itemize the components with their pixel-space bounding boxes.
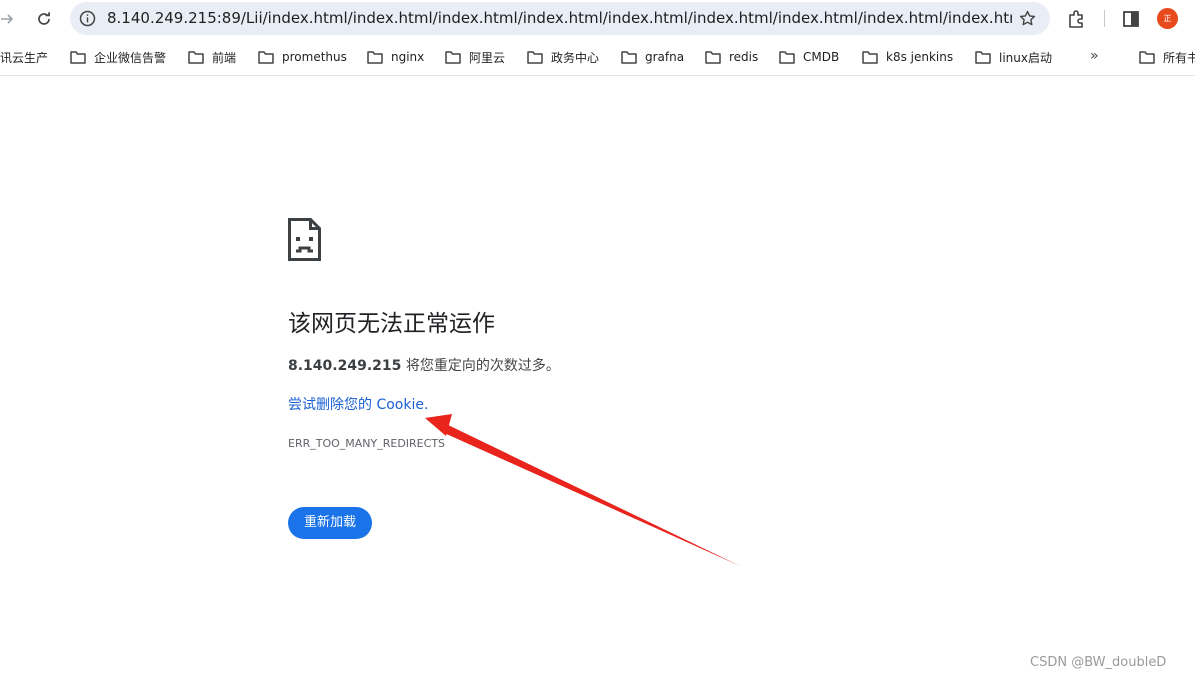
folder-icon xyxy=(1139,50,1155,64)
bookmark-label: 讯云生产 xyxy=(0,50,49,65)
folder-icon xyxy=(779,50,795,64)
folder-icon xyxy=(367,50,383,64)
bookmark-label: CMDB xyxy=(803,50,840,64)
error-description: 8.140.249.215 将您重定向的次数过多。 xyxy=(288,356,560,376)
bookmark-folder[interactable]: linux启动 xyxy=(975,48,1052,66)
bookmark-folder[interactable]: 所有书 xyxy=(1139,48,1195,66)
bookmark-label: linux启动 xyxy=(999,50,1052,65)
sad-page-icon xyxy=(288,218,321,261)
annotation-arrow xyxy=(425,414,740,566)
arrow-right-icon xyxy=(1,14,14,24)
reload-button[interactable]: 重新加载 xyxy=(288,507,372,539)
error-code: ERR_TOO_MANY_REDIRECTS xyxy=(288,437,446,450)
bookmark-label: 企业微信告警 xyxy=(94,50,167,65)
bookmark-label: k8s jenkins xyxy=(886,50,954,64)
folder-icon xyxy=(862,50,878,64)
forward-button[interactable] xyxy=(0,7,20,31)
bookmark-star-icon[interactable] xyxy=(1019,10,1036,27)
bookmark-label: 政务中心 xyxy=(551,50,600,65)
folder-icon xyxy=(188,50,204,64)
browser-toolbar: 8.140.249.215:89/Lii/index.html/index.ht… xyxy=(0,0,1195,38)
error-title: 该网页无法正常运作 xyxy=(288,311,495,337)
bookmark-label: nginx xyxy=(391,50,425,64)
bookmark-label: 所有书 xyxy=(1163,50,1195,65)
folder-icon xyxy=(705,50,721,64)
bookmark-folder[interactable]: nginx xyxy=(367,48,424,66)
error-message: 将您重定向的次数过多。 xyxy=(401,358,560,374)
delete-cookies-link[interactable]: 尝试删除您的 Cookie. xyxy=(288,395,428,415)
bookmark-folder[interactable]: k8s jenkins xyxy=(862,48,953,66)
extensions-icon[interactable] xyxy=(1067,9,1087,29)
bookmark-folder[interactable]: grafna xyxy=(621,48,684,66)
bookmark-label: 阿里云 xyxy=(469,50,506,65)
bookmark-folder[interactable]: 企业微信告警 xyxy=(70,48,166,66)
watermark: CSDN @BW_doubleD xyxy=(1030,655,1167,670)
folder-icon xyxy=(445,50,461,64)
bookmark-folder[interactable]: CMDB xyxy=(779,48,839,66)
bookmark-label: 前端 xyxy=(212,50,237,65)
site-info-icon[interactable] xyxy=(79,10,96,27)
refresh-icon xyxy=(38,12,50,25)
side-panel-icon[interactable] xyxy=(1121,9,1141,29)
address-bar[interactable]: 8.140.249.215:89/Lii/index.html/index.ht… xyxy=(70,2,1050,35)
bookmark-folder[interactable]: promethus xyxy=(258,48,347,66)
bookmark-label: grafna xyxy=(645,50,685,64)
folder-icon xyxy=(70,50,86,64)
bookmarks-overflow-button[interactable]: » xyxy=(1090,48,1108,66)
url-text[interactable]: 8.140.249.215:89/Lii/index.html/index.ht… xyxy=(107,10,1012,27)
folder-icon xyxy=(258,50,274,64)
profile-avatar[interactable]: 正 xyxy=(1157,8,1178,29)
bookmark-folder[interactable]: 阿里云 xyxy=(445,48,505,66)
folder-icon xyxy=(975,50,991,64)
bookmark-folder[interactable]: 政务中心 xyxy=(527,48,599,66)
bookmark-label: promethus xyxy=(282,50,347,64)
bookmark-folder[interactable]: 前端 xyxy=(188,48,236,66)
error-host: 8.140.249.215 xyxy=(288,358,402,374)
reload-page-button[interactable] xyxy=(31,7,57,31)
bookmark-folder[interactable]: redis xyxy=(705,48,758,66)
bookmarks-bar: 讯云生产 企业微信告警 前端 promethus nginx 阿里云 政务中心 … xyxy=(0,38,1195,76)
bookmark-item[interactable]: 讯云生产 xyxy=(0,48,48,66)
bookmark-label: redis xyxy=(729,50,759,64)
toolbar-divider xyxy=(1104,10,1105,27)
folder-icon xyxy=(527,50,543,64)
folder-icon xyxy=(621,50,637,64)
